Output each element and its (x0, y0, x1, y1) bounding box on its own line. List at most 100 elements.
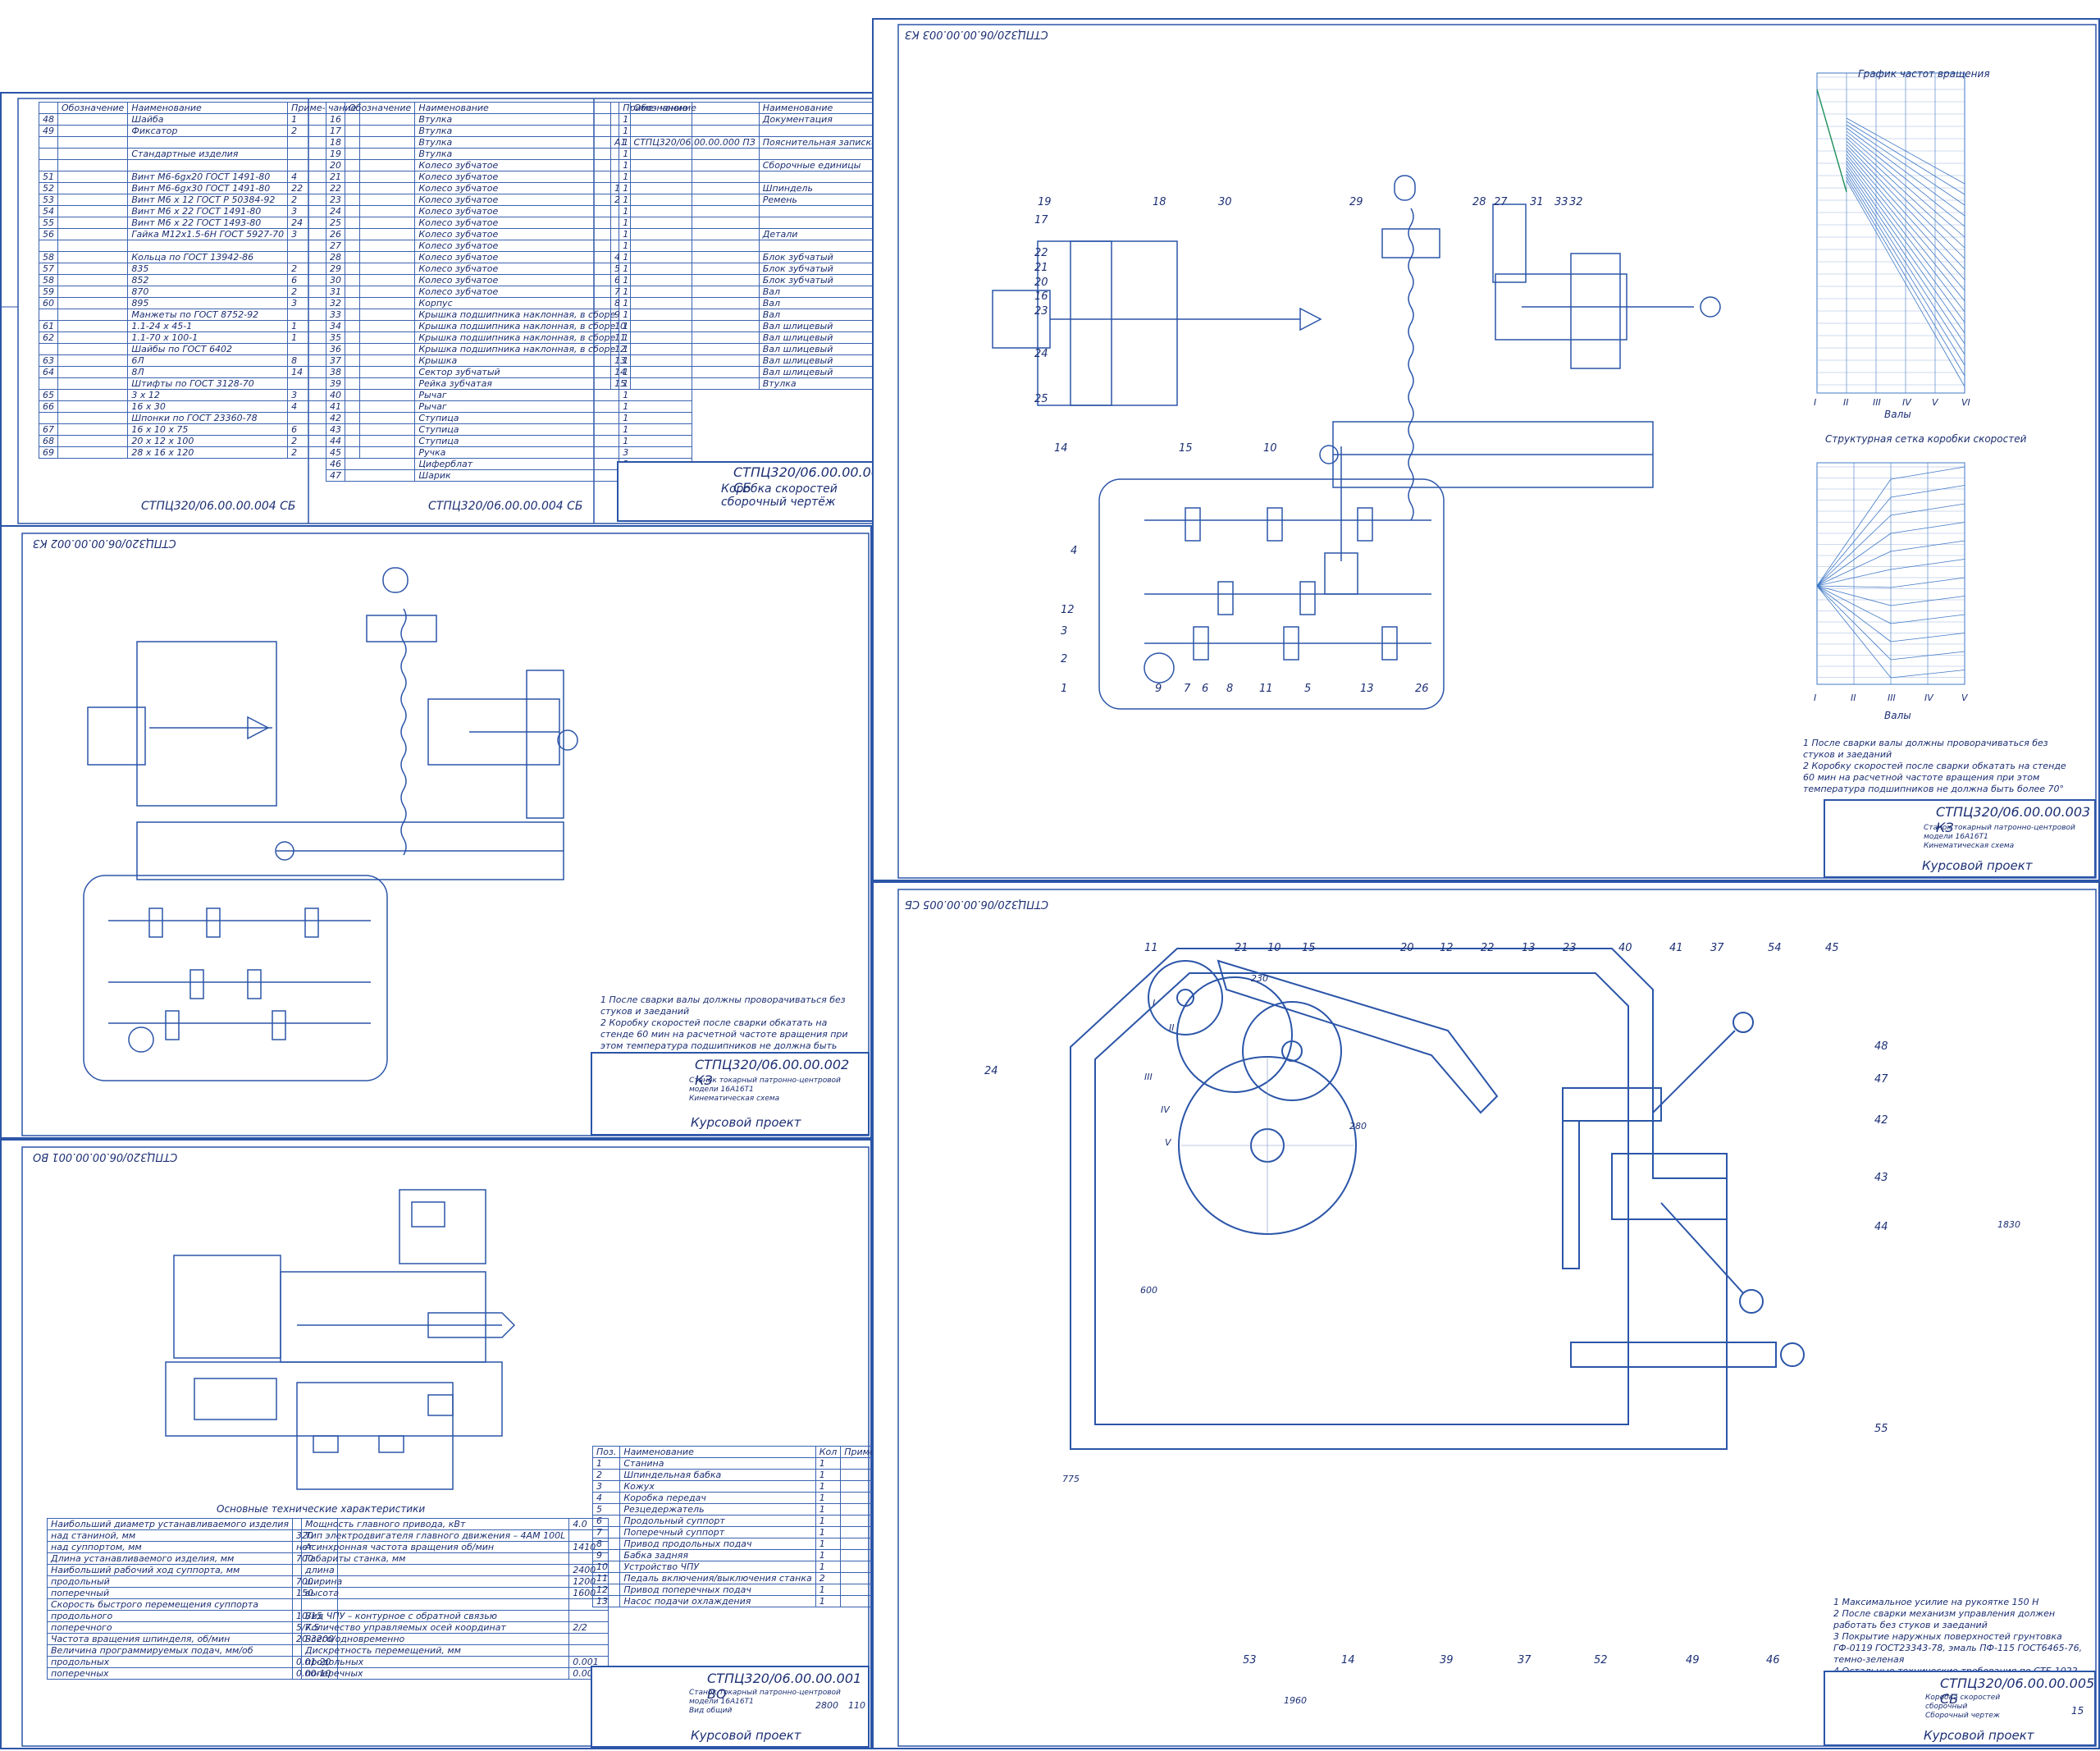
spec-row-cell: Колесо зубчатое (414, 194, 620, 206)
spec-row-cell: СТПЦ320/06.00.00.000 ПЗ (629, 136, 760, 149)
spec-row-cell (344, 331, 416, 344)
spec-row-cell: 5 (610, 263, 631, 275)
spec-row-cell (344, 469, 416, 482)
spec-row-cell: 63 (39, 354, 58, 367)
spec-row-cell: Крышка подшипника наклонная, в сборе (414, 331, 620, 344)
spec-row-cell (39, 240, 58, 252)
gen-spec-row: продольный 700 (47, 1575, 338, 1588)
spec-row-cell (344, 389, 416, 401)
kin-callout-number: 3 (1061, 625, 1068, 638)
gen-spec-row-cell: Длина устанавливаемого изделия, мм (47, 1552, 293, 1565)
ctrl-callout-number: 15 (1302, 942, 1316, 954)
spec-row-cell (610, 113, 631, 126)
gen-parts-row-cell: 1 (815, 1480, 842, 1493)
spec-row-cell: 20 x 12 x 100 (127, 435, 289, 447)
spec-row-cell (344, 446, 416, 459)
kin-callout-number: 31 (1530, 196, 1544, 208)
spec-row-cell: Шарик (414, 469, 620, 482)
spec-row-cell: 1 (619, 435, 692, 447)
gen-parts-header-row-cell: Кол (815, 1446, 842, 1458)
gen-parts-row-cell: Привод продольных подач (619, 1538, 816, 1550)
gen-spec-row-cell: Мощность главного привода, кВт (300, 1518, 570, 1530)
spec-row-cell: Шайба (127, 113, 289, 126)
spec-row-cell (629, 263, 760, 275)
spec-row-cell: Крышка подшипника наклонная, в сборе (414, 343, 620, 355)
ctrl-callout-number: 54 (1768, 942, 1782, 954)
gen-spec-row-cell: продольного (47, 1610, 293, 1622)
spec-row-cell: 1.1-24 x 45-1 (127, 320, 289, 332)
gen-spec-row: Дискретность перемещений, мм (300, 1644, 609, 1657)
gen-spec-row: Наибольший диаметр устанавливаемого изде… (47, 1518, 338, 1530)
spec-row-cell (629, 251, 760, 263)
gen-parts-row-cell: 2 (591, 1469, 621, 1481)
gen-spec-row: Скорость быстрого перемещения суппорта (47, 1598, 338, 1611)
spec-row-cell: 20 (326, 159, 345, 171)
spec-row-cell (344, 125, 416, 137)
gen-spec-row: высота 1600 (300, 1587, 609, 1599)
spec-row-cell (57, 205, 129, 217)
spec-row-cell: 40 (326, 389, 345, 401)
gen-parts-row-cell: Продольный суппорт (619, 1515, 816, 1527)
spec-row-cell: 11 (610, 331, 631, 344)
gen-parts-row-cell: 6 (591, 1515, 621, 1527)
spec-row-cell (39, 136, 58, 149)
spec-row-cell: 52 (39, 182, 58, 194)
gen-parts-row-cell: 12 (591, 1584, 621, 1596)
spec-row: 45 Ручка 3 (326, 446, 692, 459)
spec-row-cell: 68 (39, 435, 58, 447)
spec-row-cell (629, 171, 760, 183)
spec-row-cell: 55 (39, 217, 58, 229)
spec-row-cell: 3 x 12 (127, 389, 289, 401)
spec-row-cell: 61 (39, 320, 58, 332)
sheet-specification: Обозначение Наименование Приме- чание 48 Шай… (0, 92, 954, 527)
spec-row-cell (39, 148, 58, 160)
gen-spec-row-cell: Наибольший рабочий ход суппорта, мм (47, 1564, 293, 1576)
spec-row: 49 Фиксатор 2 (39, 125, 361, 137)
spec-row-cell: Детали (758, 228, 881, 240)
spec-row-cell (57, 217, 129, 229)
spec-row: 59 870 2 (39, 286, 361, 298)
spec-row-cell: 1 (619, 423, 692, 436)
spec-row-cell: 34 (326, 320, 345, 332)
spec-row-cell: 51 (39, 171, 58, 183)
spec-row-cell (344, 458, 416, 470)
kin-callout-number: 4 (1071, 545, 1078, 557)
ctrl-callout-number: 48 (1874, 1040, 1888, 1053)
kin-callout-number: 26 (1415, 683, 1429, 695)
spec-row-cell: 21 (326, 171, 345, 183)
spec-row-cell: 35 (326, 331, 345, 344)
spec-row-cell: 59 (39, 286, 58, 298)
spec-row-cell (57, 446, 129, 459)
spec-row: 65 3 x 12 3 (39, 389, 361, 401)
ctrl-callout-number: 20 (1400, 942, 1414, 954)
ctrl-callout-number: 41 (1669, 942, 1683, 954)
spec-row-cell (57, 228, 129, 240)
spec-row-cell (57, 412, 129, 424)
gen-parts-row-cell: 4 (591, 1492, 621, 1504)
spec-row-cell: 17 (326, 125, 345, 137)
gen-parts-row: 9 Бабка задняя 1 (591, 1549, 908, 1561)
grid-tick: III (1888, 693, 1896, 703)
spec-row: Стандартные изделия (39, 148, 361, 160)
spec-row-cell (629, 205, 760, 217)
spec-row-cell (629, 331, 760, 344)
spec-header-row: ОбозначениеНаименованиеПриме- чание (39, 102, 361, 114)
spec-row-cell: Ступица (414, 435, 620, 447)
gen-parts-row-cell: 1 (815, 1561, 842, 1573)
spec-row-cell: 19 (326, 148, 345, 160)
gen-parts-row: 13 Насос подачи охлаждения 1 (591, 1595, 908, 1607)
spec-row-cell (758, 171, 881, 183)
spec-row-cell: Колесо зубчатое (414, 171, 620, 183)
kin-callout-number: 23 (1034, 305, 1048, 318)
gen-spec-row: поперечного 5/7.5 (47, 1621, 338, 1634)
gen-parts-row-cell: 1 (815, 1503, 842, 1516)
spec-row-cell: 32 (326, 297, 345, 309)
spec-row-cell: 12 (610, 343, 631, 355)
kin-callout-number: 5 (1304, 683, 1312, 695)
spec-row-cell: 46 (326, 458, 345, 470)
kin-callout-number: 29 (1349, 196, 1363, 208)
gen-spec-row: поперечный 150 (47, 1587, 338, 1599)
ctrl-callout-number: 49 (1686, 1654, 1700, 1666)
ctrl-shaft-roman: III (1144, 1072, 1153, 1082)
spec-row-cell: 1.1-70 x 100-1 (127, 331, 289, 344)
